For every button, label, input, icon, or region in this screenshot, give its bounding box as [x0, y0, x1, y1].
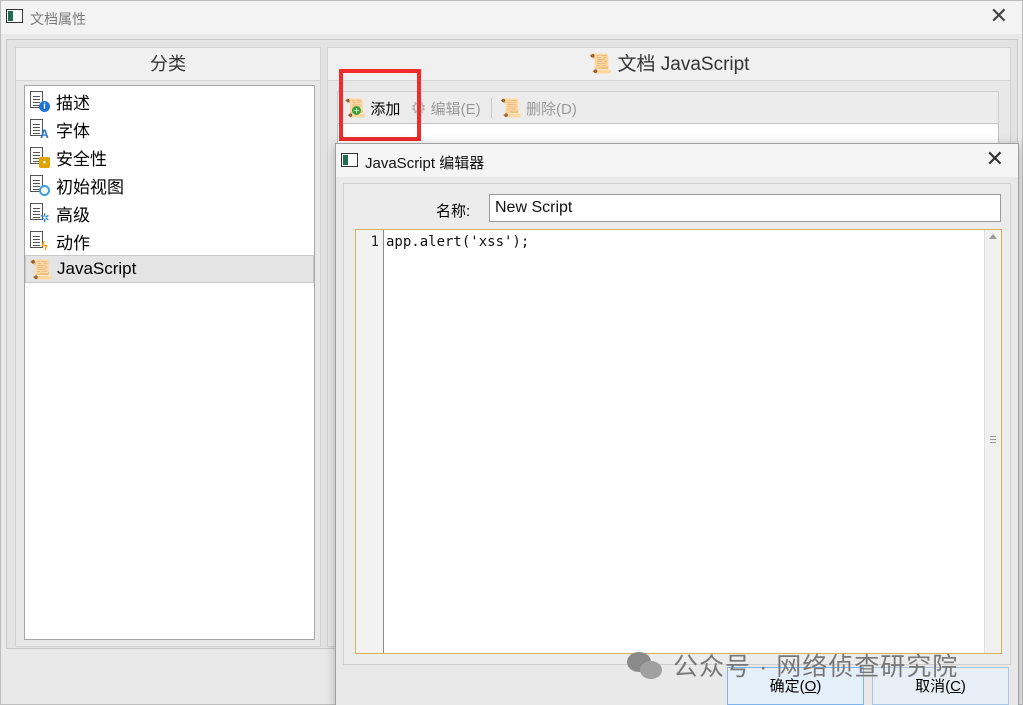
toolbar-separator	[490, 98, 492, 118]
category-item-label: JavaScript	[57, 259, 137, 278]
script-name-input[interactable]	[489, 194, 1001, 222]
scroll-up-arrow-icon[interactable]	[989, 234, 997, 239]
script-scroll-icon: 📜	[29, 259, 53, 281]
javascript-editor-dialog: JavaScript 编辑器 ✕ 名称: 1 app.alert('xss');…	[335, 143, 1019, 705]
category-item-label: 安全性	[56, 149, 107, 169]
document-lightning-icon: ϟ	[28, 230, 50, 252]
main-window: 文档属性 ✕ 分类 i 描述 A 字体 ▪ 安全性 初始视图 ✲ 高级 ϟ 动作…	[0, 0, 1023, 705]
javascript-panel-header: 📜 文档 JavaScript	[328, 48, 1010, 81]
category-item-description[interactable]: i 描述	[25, 87, 314, 115]
editor-scrollbar[interactable]	[984, 230, 1001, 653]
javascript-panel-title: 文档 JavaScript	[617, 54, 750, 75]
document-lock-icon: ▪	[28, 146, 50, 168]
category-panel: 分类 i 描述 A 字体 ▪ 安全性 初始视图 ✲ 高级 ϟ 动作 📜 Java…	[15, 47, 321, 647]
code-line[interactable]: app.alert('xss');	[386, 234, 529, 250]
main-close-icon[interactable]: ✕	[990, 4, 1008, 30]
category-item-font[interactable]: A 字体	[25, 115, 314, 143]
script-name-label: 名称:	[436, 203, 471, 220]
category-item-label: 高级	[56, 205, 90, 225]
category-item-javascript[interactable]: 📜 JavaScript	[25, 255, 314, 283]
category-list[interactable]: i 描述 A 字体 ▪ 安全性 初始视图 ✲ 高级 ϟ 动作 📜 JavaScr…	[24, 85, 315, 640]
app-window-icon	[6, 9, 23, 23]
dialog-body: 名称: 1 app.alert('xss');	[343, 183, 1011, 665]
watermark: 公众号 · 网络侦查研究院	[627, 645, 958, 685]
add-script-label: 添加	[370, 100, 401, 118]
document-info-icon: i	[28, 90, 50, 112]
dialog-title: JavaScript 编辑器	[365, 155, 485, 172]
dialog-titlebar: JavaScript 编辑器 ✕	[336, 144, 1018, 177]
delete-script-icon: 📜	[499, 97, 522, 119]
dialog-window-icon	[341, 153, 358, 167]
line-number-gutter: 1	[356, 230, 384, 653]
cancel-label-post: )	[960, 678, 966, 695]
delete-script-label: 删除(D)	[526, 100, 577, 118]
category-item-security[interactable]: ▪ 安全性	[25, 143, 314, 171]
script-scroll-icon: 📜	[588, 53, 613, 75]
category-item-label: 描述	[56, 93, 90, 113]
add-script-button[interactable]: 📜+ 添加	[344, 98, 400, 119]
category-item-actions[interactable]: ϟ 动作	[25, 227, 314, 255]
document-font-icon: A	[28, 118, 50, 140]
document-gear-icon: ✲	[28, 202, 50, 224]
edit-script-button[interactable]: ⚙ 编辑(E)	[410, 98, 480, 119]
main-titlebar: 文档属性 ✕	[1, 1, 1022, 34]
watermark-text: 公众号 · 网络侦查研究院	[673, 653, 959, 681]
category-item-initial-view[interactable]: 初始视图	[25, 171, 314, 199]
delete-script-button[interactable]: 📜 删除(D)	[500, 98, 577, 119]
wechat-logo-icon	[627, 650, 663, 680]
document-magnifier-icon	[28, 174, 50, 196]
category-item-label: 初始视图	[56, 177, 124, 197]
line-number: 1	[370, 234, 379, 250]
code-editor[interactable]: 1 app.alert('xss');	[355, 229, 1002, 654]
add-script-icon: 📜+	[344, 98, 366, 119]
category-item-advanced[interactable]: ✲ 高级	[25, 199, 314, 227]
edit-script-label: 编辑(E)	[430, 100, 481, 118]
main-window-title: 文档属性	[30, 11, 86, 27]
category-header: 分类	[16, 48, 320, 81]
edit-script-icon: ⚙	[410, 97, 427, 119]
category-item-label: 动作	[56, 233, 90, 253]
category-item-label: 字体	[56, 121, 90, 141]
scroll-grip-icon[interactable]	[990, 436, 996, 443]
script-toolbar: 📜+ 添加 ⚙ 编辑(E) 📜 删除(D)	[337, 91, 999, 125]
dialog-close-icon[interactable]: ✕	[986, 147, 1004, 173]
